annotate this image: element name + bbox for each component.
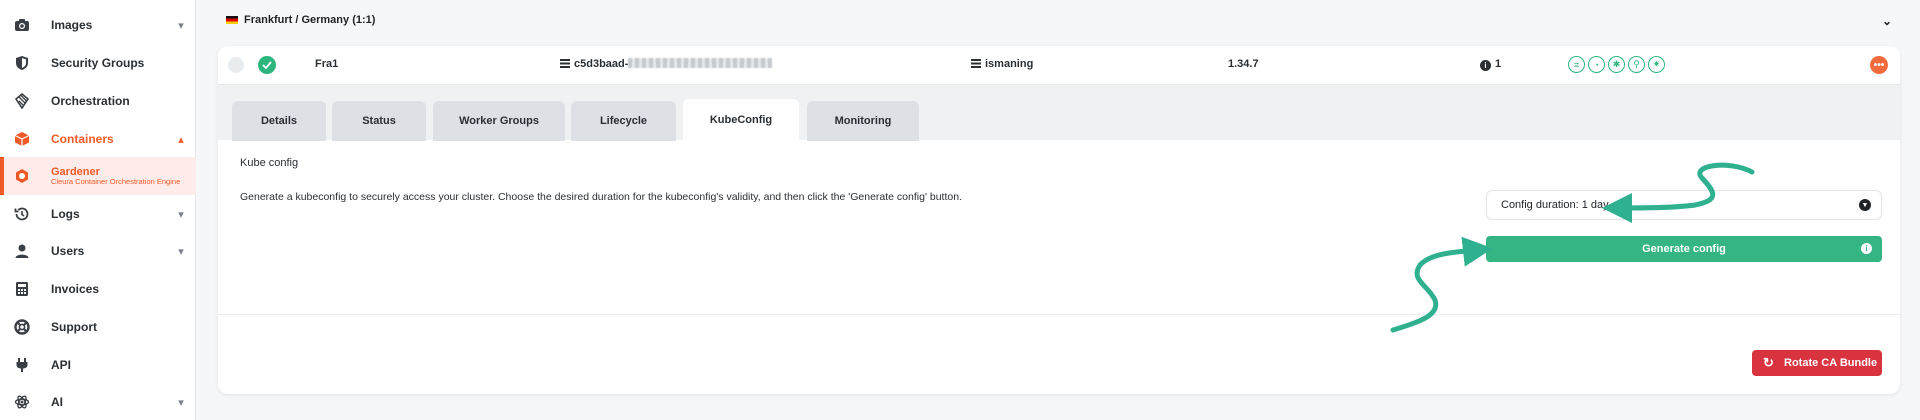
region-selector[interactable]: Frankfurt / Germany (1:1) ⌄ [218, 6, 1898, 34]
sidebar-item-ai[interactable]: AI ▾ [0, 383, 196, 420]
chevron-down-icon[interactable]: ⌄ [1882, 14, 1892, 28]
info-icon: i [1480, 60, 1491, 71]
chevron-down-icon[interactable]: ▾ [174, 18, 188, 32]
shield-icon [12, 53, 32, 73]
history-icon [12, 204, 32, 224]
gauge-icon[interactable]: ◔ [1588, 56, 1605, 73]
kubeconfig-title: Kube config [240, 157, 299, 169]
sidebar-item-label: Users [51, 244, 85, 258]
chevron-down-icon[interactable]: ▾ [174, 207, 188, 221]
sidebar-item-users[interactable]: Users ▾ [0, 232, 196, 270]
tab-monitoring[interactable]: Monitoring [807, 101, 919, 141]
chevron-down-icon[interactable]: ▾ [174, 395, 188, 409]
rotate-ca-bundle-button[interactable]: ↻ Rotate CA Bundle [1752, 350, 1882, 376]
sidebar-item-gardener[interactable]: Gardener Cleura Container Orchestration … [0, 157, 196, 195]
generate-config-button[interactable]: Generate config i [1486, 236, 1882, 262]
sidebar-item-label: AI [51, 395, 63, 409]
refresh-icon: ↻ [1763, 355, 1774, 370]
settings-icon[interactable]: ✷ [1648, 56, 1665, 73]
sidebar-item-label: Security Groups [51, 56, 145, 70]
gardener-icon [12, 166, 32, 186]
chevron-down-icon: ▼ [1859, 199, 1871, 211]
sidebar-item-orchestration[interactable]: Orchestration [0, 82, 196, 120]
sidebar-item-security-groups[interactable]: Security Groups [0, 44, 196, 82]
orchestration-icon [12, 91, 32, 111]
sidebar-item-label: Containers [51, 132, 114, 146]
tab-kubeconfig[interactable]: KubeConfig [683, 99, 799, 141]
chevron-up-icon[interactable]: ▴ [174, 132, 188, 146]
sidebar-item-logs[interactable]: Logs ▾ [0, 195, 196, 233]
nodes-icon[interactable]: ✱ [1608, 56, 1625, 73]
sidebar-item-label: Images [51, 18, 93, 32]
chevron-down-icon[interactable]: ▾ [174, 244, 188, 258]
cluster-row[interactable]: Fra1 c5d3baad- ismaning 1.34.7 i1 ≡ ◔ ✱ … [218, 46, 1900, 84]
list-icon[interactable]: ≡ [1568, 56, 1585, 73]
redacted-id [628, 58, 773, 68]
config-duration-select[interactable]: Config duration: 1 day ▼ [1486, 190, 1882, 220]
lifebuoy-icon [12, 317, 32, 337]
camera-icon [12, 15, 32, 35]
sidebar-item-label: Support [51, 320, 97, 334]
tab-status[interactable]: Status [332, 101, 426, 141]
info-icon[interactable]: i [1861, 243, 1872, 254]
sidebar-sub-subtitle: Cleura Container Orchestration Engine [51, 176, 181, 186]
sidebar-item-containers[interactable]: Containers ▴ [0, 120, 196, 158]
divider [218, 314, 1900, 315]
sidebar-item-images[interactable]: Images ▾ [0, 6, 196, 44]
sidebar-item-label: Logs [51, 207, 80, 221]
plug-icon [12, 355, 32, 375]
generate-config-label: Generate config [1642, 243, 1726, 255]
cluster-id: c5d3baad- [560, 58, 773, 70]
info-count: 1 [1495, 58, 1502, 70]
list-icon [560, 59, 570, 68]
cluster-info: i1 [1480, 58, 1501, 71]
cluster-project: ismaning [971, 58, 1033, 70]
calculator-icon [12, 279, 32, 299]
sidebar-item-label: Orchestration [51, 94, 130, 108]
tab-bar: Details Status Worker Groups Lifecycle K… [218, 84, 1900, 141]
row-select-radio[interactable] [228, 57, 244, 73]
cluster-card: Fra1 c5d3baad- ismaning 1.34.7 i1 ≡ ◔ ✱ … [218, 46, 1900, 394]
hierarchy-icon[interactable]: ⚲ [1628, 56, 1645, 73]
kubeconfig-description: Generate a kubeconfig to securely access… [240, 191, 962, 203]
germany-flag-icon [226, 16, 238, 24]
tab-lifecycle[interactable]: Lifecycle [571, 101, 676, 141]
status-icons: ≡ ◔ ✱ ⚲ ✷ [1568, 56, 1665, 73]
tab-details[interactable]: Details [232, 101, 326, 141]
config-duration-value: Config duration: 1 day [1501, 199, 1609, 211]
status-ok-icon [258, 56, 276, 74]
sidebar-item-api[interactable]: API [0, 346, 196, 384]
list-icon [971, 59, 981, 68]
tab-worker-groups[interactable]: Worker Groups [433, 101, 565, 141]
sidebar-item-label: Invoices [51, 282, 100, 296]
sidebar-item-invoices[interactable]: Invoices [0, 270, 196, 308]
sidebar-item-support[interactable]: Support [0, 308, 196, 346]
sidebar: Images ▾ Security Groups Orchestration C… [0, 0, 196, 420]
sidebar-item-label: API [51, 358, 72, 372]
cluster-version: 1.34.7 [1228, 58, 1259, 70]
cluster-id-prefix: c5d3baad- [574, 58, 629, 70]
user-icon [12, 241, 32, 261]
cluster-name: Fra1 [315, 58, 339, 70]
cluster-project-label: ismaning [985, 58, 1034, 70]
box-icon [12, 129, 32, 149]
more-actions-button[interactable]: ••• [1870, 56, 1888, 74]
rotate-ca-bundle-label: Rotate CA Bundle [1784, 357, 1878, 369]
region-label: Frankfurt / Germany (1:1) [244, 14, 376, 26]
ai-icon [12, 392, 32, 412]
